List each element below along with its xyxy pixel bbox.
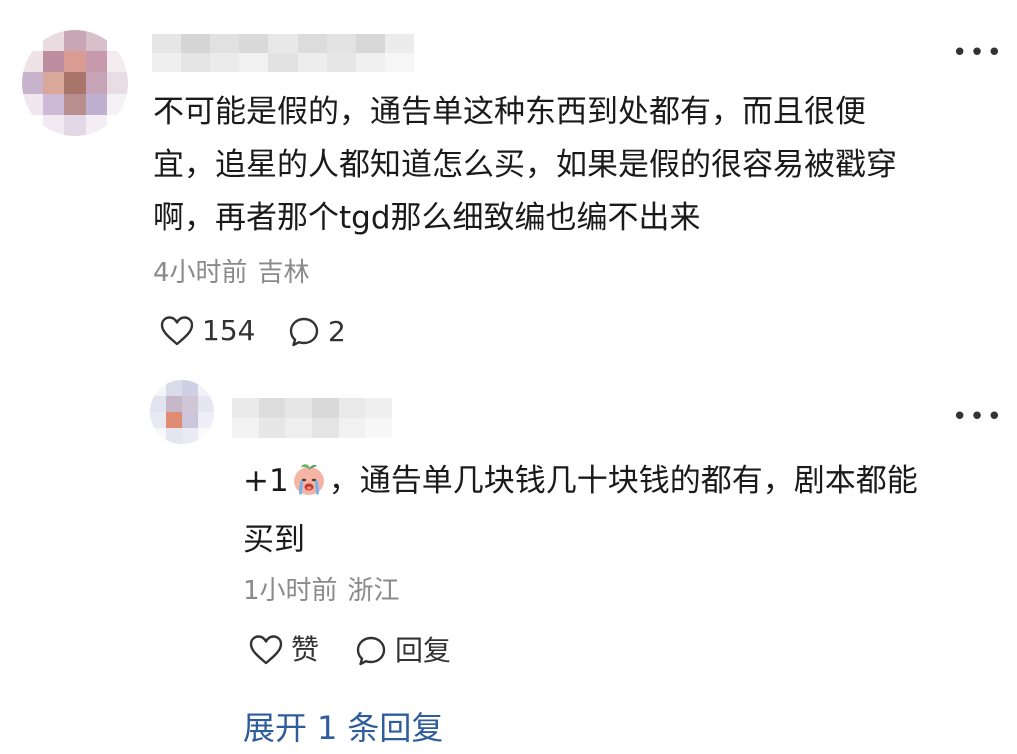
reply-count: 2 — [328, 315, 346, 348]
like-count: 154 — [202, 314, 256, 347]
comment-meta: 4小时前 吉林 — [153, 260, 310, 286]
reply-line: 买到 — [243, 522, 305, 558]
reply-like-button[interactable]: 赞 — [249, 635, 319, 665]
expand-prefix: 展开 — [243, 709, 308, 747]
more-options-icon[interactable]: ••• — [952, 404, 1004, 430]
like-label: 赞 — [291, 633, 320, 666]
comment-line: 宜，追星的人都知道怎么买，如果是假的很容易被戳穿 — [153, 147, 897, 183]
comment-bubble-icon — [289, 317, 319, 347]
reply-text: +1 ，通告单几块钱几十块钱的都有，剧本都能 买到 — [243, 455, 1003, 567]
like-button[interactable]: 154 — [160, 316, 255, 346]
reply-line-rest: ，通告单几块钱几十块钱的都有，剧本都能 — [328, 463, 918, 499]
reply-location: 浙江 — [347, 576, 400, 606]
comment-time: 4小时前 — [153, 258, 248, 288]
reply-label: 回复 — [395, 634, 452, 667]
reply-line: +1 ，通告单几块钱几十块钱的都有，剧本都能 — [243, 455, 1003, 514]
comment-line: 啊，再者那个tgd那么细致编也编不出来 — [153, 200, 701, 236]
expand-suffix: 条回复 — [347, 709, 444, 747]
expand-count: 1 — [317, 709, 338, 747]
reply-time: 1小时前 — [243, 576, 338, 606]
reply-reply-button[interactable]: 回复 — [355, 635, 451, 667]
reply-button[interactable]: 2 — [288, 316, 346, 348]
reply-meta: 1小时前 浙江 — [243, 578, 400, 604]
comment-text: 不可能是假的，通告单这种东西到处都有，而且很便 宜，追星的人都知道怎么买，如果是… — [153, 86, 983, 245]
reply-prefix: +1 — [243, 463, 289, 499]
comment-line: 不可能是假的，通告单这种东西到处都有，而且很便 — [153, 94, 866, 130]
comment-bubble-icon — [356, 636, 386, 666]
more-options-icon[interactable]: ••• — [952, 40, 1004, 66]
heart-icon — [160, 316, 194, 346]
heart-icon — [249, 635, 283, 665]
comment-location: 吉林 — [257, 258, 310, 288]
username[interactable] — [152, 34, 414, 72]
crying-peach-emoji — [291, 461, 327, 514]
avatar[interactable] — [22, 30, 128, 136]
expand-replies-link[interactable]: 展开 1 条回复 — [243, 712, 443, 744]
avatar[interactable] — [150, 380, 214, 444]
username[interactable] — [232, 398, 392, 438]
